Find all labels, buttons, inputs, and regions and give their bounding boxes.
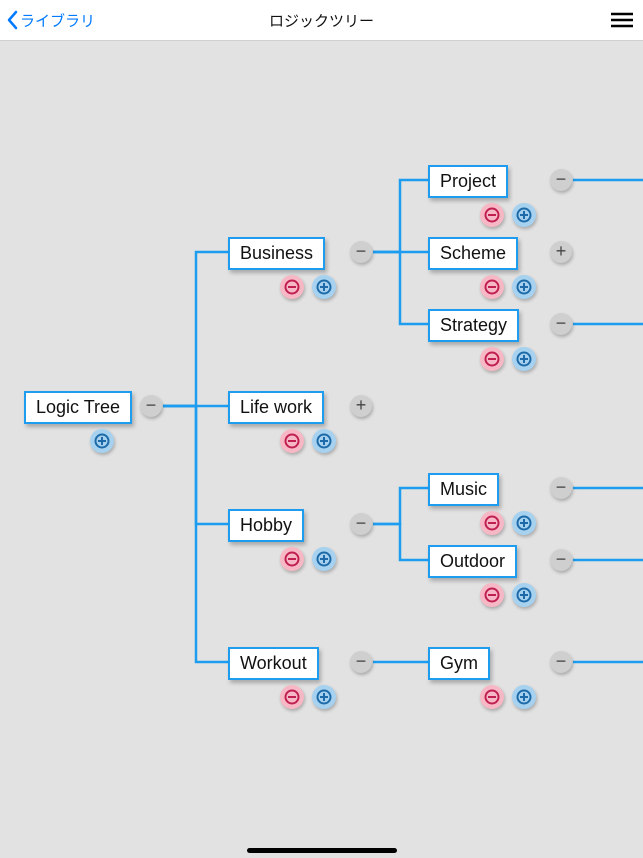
node-music[interactable]: Music bbox=[428, 473, 499, 506]
node-gym[interactable]: Gym bbox=[428, 647, 490, 680]
node-label: Project bbox=[440, 171, 496, 191]
back-button[interactable]: ライブラリ bbox=[6, 0, 95, 40]
hamburger-icon bbox=[611, 12, 633, 28]
node-project[interactable]: Project bbox=[428, 165, 508, 198]
add-child-workout[interactable] bbox=[312, 685, 336, 709]
node-business[interactable]: Business bbox=[228, 237, 325, 270]
node-workout[interactable]: Workout bbox=[228, 647, 319, 680]
collapse-toggle-scheme[interactable]: + bbox=[550, 241, 572, 263]
collapse-toggle-business[interactable]: − bbox=[350, 241, 372, 263]
node-label: Workout bbox=[240, 653, 307, 673]
delete-node-lifework[interactable] bbox=[280, 429, 304, 453]
delete-node-project[interactable] bbox=[480, 203, 504, 227]
node-scheme[interactable]: Scheme bbox=[428, 237, 518, 270]
chevron-left-icon bbox=[6, 10, 20, 30]
add-child-business[interactable] bbox=[312, 275, 336, 299]
add-child-root[interactable] bbox=[90, 429, 114, 453]
collapse-toggle-workout[interactable]: − bbox=[350, 651, 372, 673]
delete-node-business[interactable] bbox=[280, 275, 304, 299]
node-outdoor[interactable]: Outdoor bbox=[428, 545, 517, 578]
node-label: Scheme bbox=[440, 243, 506, 263]
node-label: Outdoor bbox=[440, 551, 505, 571]
add-child-scheme[interactable] bbox=[512, 275, 536, 299]
collapse-toggle-project[interactable]: − bbox=[550, 169, 572, 191]
add-child-outdoor[interactable] bbox=[512, 583, 536, 607]
delete-node-hobby[interactable] bbox=[280, 547, 304, 571]
collapse-toggle-hobby[interactable]: − bbox=[350, 513, 372, 535]
node-label: Gym bbox=[440, 653, 478, 673]
collapse-toggle-gym[interactable]: − bbox=[550, 651, 572, 673]
page-title: ロジックツリー bbox=[269, 10, 374, 31]
node-strategy[interactable]: Strategy bbox=[428, 309, 519, 342]
add-child-project[interactable] bbox=[512, 203, 536, 227]
node-lifework[interactable]: Life work bbox=[228, 391, 324, 424]
add-child-hobby[interactable] bbox=[312, 547, 336, 571]
delete-node-strategy[interactable] bbox=[480, 347, 504, 371]
node-hobby[interactable]: Hobby bbox=[228, 509, 304, 542]
add-child-lifework[interactable] bbox=[312, 429, 336, 453]
node-label: Music bbox=[440, 479, 487, 499]
delete-node-outdoor[interactable] bbox=[480, 583, 504, 607]
home-indicator bbox=[247, 848, 397, 853]
node-label: Life work bbox=[240, 397, 312, 417]
collapse-toggle-music[interactable]: − bbox=[550, 477, 572, 499]
add-child-gym[interactable] bbox=[512, 685, 536, 709]
node-label: Business bbox=[240, 243, 313, 263]
collapse-toggle-strategy[interactable]: − bbox=[550, 313, 572, 335]
delete-node-workout[interactable] bbox=[280, 685, 304, 709]
tree-canvas[interactable]: Logic Tree − Business − Life work + Hobb… bbox=[0, 41, 643, 858]
collapse-toggle-lifework[interactable]: + bbox=[350, 395, 372, 417]
node-root[interactable]: Logic Tree bbox=[24, 391, 132, 424]
delete-node-music[interactable] bbox=[480, 511, 504, 535]
node-label: Logic Tree bbox=[36, 397, 120, 417]
node-label: Strategy bbox=[440, 315, 507, 335]
back-label: ライブラリ bbox=[20, 10, 95, 31]
add-child-music[interactable] bbox=[512, 511, 536, 535]
header-bar: ライブラリ ロジックツリー bbox=[0, 0, 643, 41]
menu-button[interactable] bbox=[611, 0, 633, 40]
node-label: Hobby bbox=[240, 515, 292, 535]
collapse-toggle-outdoor[interactable]: − bbox=[550, 549, 572, 571]
delete-node-gym[interactable] bbox=[480, 685, 504, 709]
delete-node-scheme[interactable] bbox=[480, 275, 504, 299]
add-child-strategy[interactable] bbox=[512, 347, 536, 371]
collapse-toggle-root[interactable]: − bbox=[140, 395, 162, 417]
